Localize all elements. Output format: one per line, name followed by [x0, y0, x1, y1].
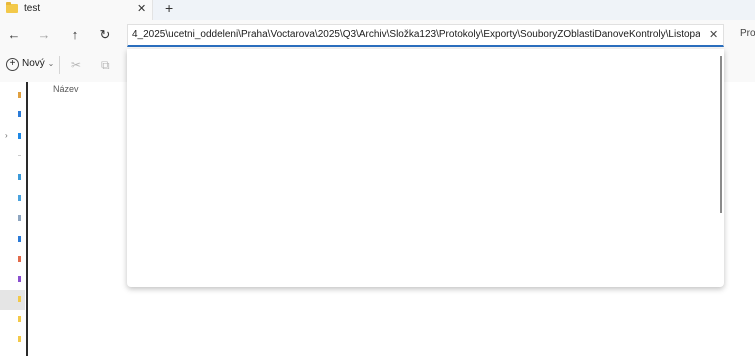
tab-test[interactable]: test ✕	[0, 0, 153, 20]
new-button[interactable]: + Nový ⌄	[6, 58, 54, 71]
pane-divider[interactable]	[26, 82, 28, 356]
downloads-icon[interactable]	[18, 195, 21, 201]
new-tab-button[interactable]: +	[165, 0, 173, 16]
navigation-bar: ← → ↑ ↻ 4_2025\ucetni_oddeleni\Praha\Voc…	[0, 20, 755, 50]
gallery-icon[interactable]	[18, 111, 21, 117]
folder-icon[interactable]	[18, 296, 21, 302]
tab-bar: test ✕ +	[0, 0, 755, 20]
up-button[interactable]: ↑	[67, 27, 83, 42]
folder-icon	[6, 2, 18, 13]
documents-icon[interactable]	[18, 215, 21, 221]
folder-icon[interactable]	[18, 316, 21, 322]
forward-button[interactable]: →	[36, 27, 52, 42]
column-header-name[interactable]: Název	[53, 84, 79, 94]
back-button[interactable]: ←	[6, 27, 22, 42]
plus-icon: +	[6, 58, 19, 71]
refresh-button[interactable]: ↻	[97, 27, 113, 43]
dropdown-scrollbar[interactable]	[720, 56, 722, 213]
address-suggestions-dropdown[interactable]	[127, 49, 724, 287]
tab-title: test	[24, 3, 41, 14]
music-icon[interactable]	[18, 256, 21, 262]
copy-icon[interactable]: ⧉	[101, 58, 110, 73]
selected-nav-item[interactable]	[0, 290, 25, 310]
cut-icon[interactable]: ✂	[71, 58, 81, 72]
address-bar[interactable]: 4_2025\ucetni_oddeleni\Praha\Voctarova\2…	[127, 24, 724, 47]
videos-icon[interactable]	[18, 276, 21, 282]
chevron-right-icon[interactable]: ›	[5, 131, 8, 140]
pictures-icon[interactable]	[18, 236, 21, 242]
new-button-label: Nový	[22, 58, 45, 69]
toolbar-divider	[59, 56, 60, 74]
folder-icon[interactable]	[18, 336, 21, 342]
address-path-input[interactable]: 4_2025\ucetni_oddeleni\Praha\Voctarova\2…	[132, 29, 700, 40]
desktop-icon[interactable]	[18, 174, 21, 180]
navigation-pane	[0, 82, 27, 356]
chevron-down-icon: ⌄	[47, 59, 55, 68]
home-icon[interactable]	[18, 92, 21, 98]
properties-button-partial[interactable]: Pro	[740, 28, 755, 39]
nav-divider	[18, 155, 21, 156]
onedrive-icon[interactable]	[18, 133, 21, 139]
clear-address-icon[interactable]: ✕	[709, 28, 718, 41]
close-tab-icon[interactable]: ✕	[137, 2, 146, 15]
